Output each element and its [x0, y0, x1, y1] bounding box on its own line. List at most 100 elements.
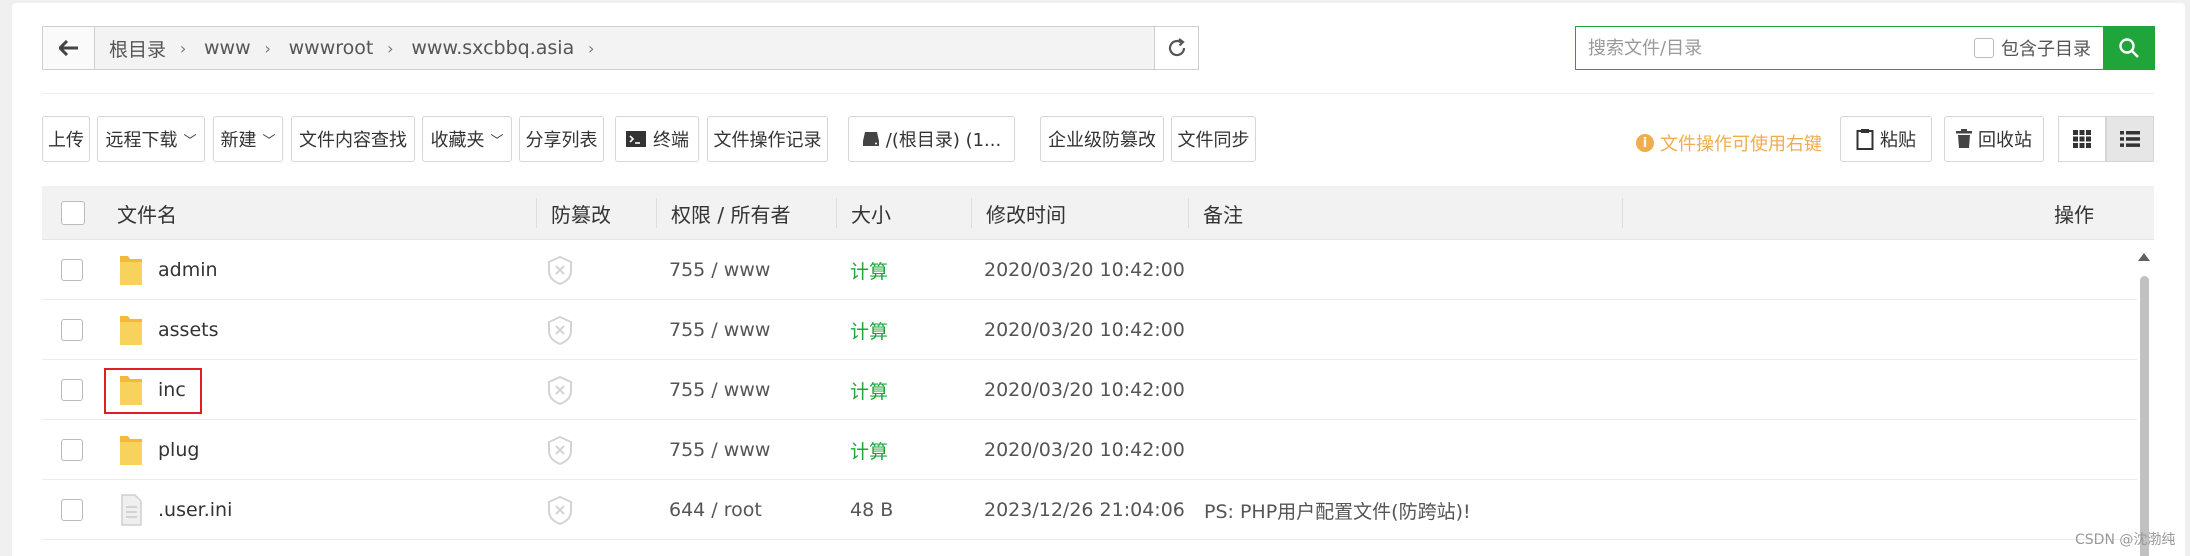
back-button[interactable] — [43, 27, 95, 69]
breadcrumb-www[interactable]: www — [190, 37, 261, 59]
favorites-button[interactable]: 收藏夹 ﹀ — [422, 116, 512, 162]
header-action: 操作 — [2054, 202, 2094, 227]
file-name-cell[interactable]: admin — [118, 240, 218, 300]
operation-log-button[interactable]: 文件操作记录 — [707, 116, 828, 162]
disk-icon — [862, 132, 879, 146]
breadcrumb-site[interactable]: www.sxcbbq.asia — [397, 37, 584, 59]
content-search-button[interactable]: 文件内容查找 — [291, 116, 415, 162]
terminal-button[interactable]: 终端 — [615, 116, 699, 162]
shield-icon — [548, 375, 572, 405]
size-calc-link[interactable]: 计算 — [850, 360, 888, 420]
header-size[interactable]: 大小 — [851, 186, 891, 240]
file-name[interactable]: plug — [158, 439, 199, 461]
modified-time: 2023/12/26 21:04:06 — [984, 499, 1185, 521]
breadcrumb-wwwroot[interactable]: wwwroot — [275, 37, 384, 59]
operation-log-label: 文件操作记录 — [713, 130, 822, 151]
file-name-cell[interactable]: plug — [118, 420, 199, 480]
search-icon — [2119, 38, 2139, 58]
chevron-right-icon: › — [387, 38, 394, 58]
header-modified[interactable]: 修改时间 — [986, 186, 1066, 240]
file-name[interactable]: .user.ini — [158, 499, 232, 521]
header-permission[interactable]: 权限 / 所有者 — [671, 186, 790, 240]
file-name-cell[interactable]: assets — [118, 300, 218, 360]
share-list-button[interactable]: 分享列表 — [519, 116, 604, 162]
remote-download-label: 远程下载 — [105, 130, 178, 151]
chevron-right-icon: › — [588, 38, 595, 58]
chevron-right-icon: › — [264, 38, 271, 58]
search-button[interactable] — [2103, 26, 2155, 70]
terminal-icon — [626, 131, 646, 147]
header-name[interactable]: 文件名 — [117, 186, 177, 240]
table-row[interactable]: .user.ini 644 / root 48 B 2023/12/26 21:… — [42, 480, 2137, 540]
disk-button[interactable]: /(根目录) (1... — [848, 116, 1015, 162]
grid-view-button[interactable] — [2058, 116, 2106, 162]
row-checkbox[interactable] — [61, 499, 83, 521]
remote-download-button[interactable]: 远程下载 ﹀ — [97, 116, 205, 162]
breadcrumb-root[interactable]: 根目录 — [95, 35, 176, 62]
table-row[interactable]: plug 755 / www 计算 2020/03/20 10:42:00 — [42, 420, 2137, 480]
folder-icon — [120, 316, 142, 345]
folder-icon — [120, 436, 142, 465]
breadcrumb: 根目录 › www › wwwroot › www.sxcbbq.asia › — [95, 35, 598, 62]
tamper-status[interactable] — [546, 240, 574, 300]
search-box: 包含子目录 — [1575, 26, 2108, 70]
column-separator — [656, 198, 657, 228]
file-name-cell[interactable]: .user.ini — [118, 480, 232, 540]
row-checkbox[interactable] — [61, 319, 83, 341]
scrollbar-thumb[interactable] — [2140, 276, 2149, 556]
divider — [42, 93, 2154, 94]
table-row[interactable]: admin 755 / www 计算 2020/03/20 10:42:00 — [42, 240, 2137, 300]
tamper-status[interactable] — [546, 420, 574, 480]
upload-button[interactable]: 上传 — [42, 116, 90, 162]
clipboard-icon — [1856, 129, 1874, 150]
include-subdir-option[interactable]: 包含子目录 — [1974, 35, 2091, 61]
permission-owner[interactable]: 644 / root — [669, 480, 762, 540]
path-bar: 根目录 › www › wwwroot › www.sxcbbq.asia › — [42, 26, 1199, 70]
row-checkbox[interactable] — [61, 379, 83, 401]
tamper-status[interactable] — [546, 300, 574, 360]
modified-time: 2020/03/20 10:42:00 — [984, 439, 1185, 461]
chevron-down-icon: ﹀ — [490, 133, 504, 149]
permission-owner[interactable]: 755 / www — [669, 300, 770, 360]
permission-owner[interactable]: 755 / www — [669, 240, 770, 300]
header-tamper: 防篡改 — [551, 202, 611, 227]
right-click-tip-text: 文件操作可使用右键 — [1660, 134, 1822, 155]
file-sync-button[interactable]: 文件同步 — [1171, 116, 1256, 162]
list-view-icon — [2120, 131, 2140, 147]
modified-time: 2020/03/20 10:42:00 — [984, 379, 1185, 401]
select-all-checkbox[interactable] — [61, 201, 85, 225]
paste-button[interactable]: 粘贴 — [1840, 116, 1932, 162]
recycle-bin-button[interactable]: 回收站 — [1944, 116, 2044, 162]
search-input[interactable] — [1576, 28, 1956, 68]
table-row[interactable]: inc 755 / www 计算 2020/03/20 10:42:00 — [42, 360, 2137, 420]
scroll-up-arrow[interactable] — [2137, 250, 2151, 264]
right-click-tip: i 文件操作可使用右键 — [1636, 130, 1822, 156]
grid-view-icon — [2073, 130, 2091, 148]
size-calc-link[interactable]: 计算 — [850, 240, 888, 300]
row-checkbox[interactable] — [61, 439, 83, 461]
row-checkbox[interactable] — [61, 259, 83, 281]
include-subdir-checkbox[interactable] — [1974, 38, 1994, 58]
file-size: 48 B — [850, 499, 894, 521]
list-view-button[interactable] — [2106, 116, 2154, 162]
triangle-up-icon — [2138, 253, 2150, 261]
permission-owner[interactable]: 755 / www — [669, 360, 770, 420]
column-separator — [1188, 198, 1189, 228]
tamper-proof-button[interactable]: 企业级防篡改 — [1040, 116, 1164, 162]
table-header: 文件名 防篡改 权限 / 所有者 大小 修改时间 备注 操作 — [42, 186, 2154, 240]
tamper-status[interactable] — [546, 360, 574, 420]
include-subdir-label: 包含子目录 — [2001, 39, 2091, 60]
size-calc-link[interactable]: 计算 — [850, 420, 888, 480]
new-button[interactable]: 新建 ﹀ — [213, 116, 283, 162]
permission-owner[interactable]: 755 / www — [669, 420, 770, 480]
chevron-down-icon: ﹀ — [183, 133, 197, 149]
watermark: CSDN @沈渤纯 — [2075, 532, 2176, 548]
refresh-button[interactable] — [1154, 27, 1198, 69]
file-name[interactable]: admin — [158, 259, 218, 281]
file-name[interactable]: assets — [158, 319, 218, 341]
size-calc-link[interactable]: 计算 — [850, 300, 888, 360]
tamper-status[interactable] — [546, 480, 574, 540]
shield-icon — [548, 495, 572, 525]
table-row[interactable]: assets 755 / www 计算 2020/03/20 10:42:00 — [42, 300, 2137, 360]
note[interactable]: PS: PHP用户配置文件(防跨站)! — [1204, 480, 1471, 540]
